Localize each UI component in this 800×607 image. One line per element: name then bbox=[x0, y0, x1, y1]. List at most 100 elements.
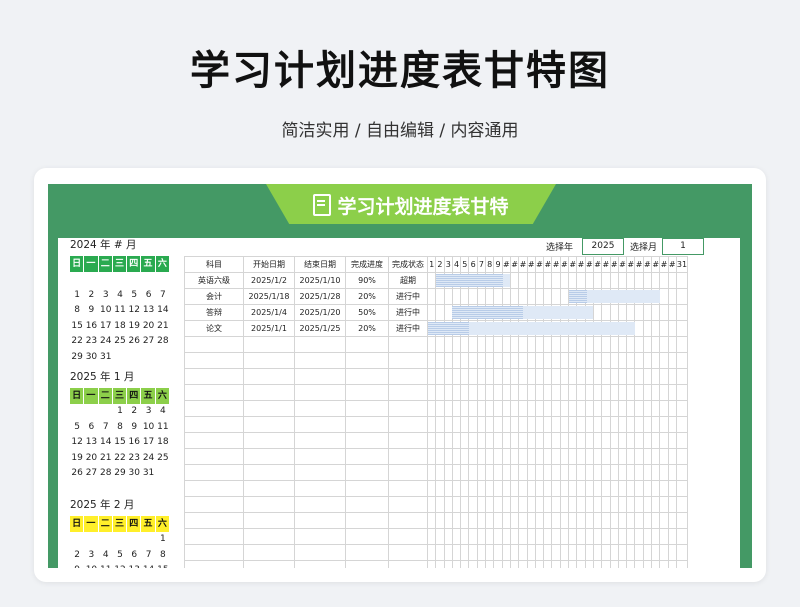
day-cell[interactable] bbox=[476, 432, 487, 449]
cell-progress[interactable] bbox=[345, 448, 389, 465]
day-cell[interactable] bbox=[601, 272, 611, 289]
day-cell[interactable] bbox=[485, 512, 495, 529]
cell-progress[interactable] bbox=[345, 432, 389, 449]
day-cell[interactable] bbox=[476, 560, 487, 568]
day-cell[interactable] bbox=[526, 400, 536, 417]
cell-start[interactable] bbox=[243, 560, 295, 568]
day-cell[interactable] bbox=[568, 416, 578, 433]
day-cell[interactable] bbox=[675, 320, 689, 337]
day-cell[interactable] bbox=[568, 528, 578, 545]
day-cell[interactable] bbox=[518, 272, 528, 289]
day-cell[interactable] bbox=[534, 272, 545, 289]
day-cell[interactable] bbox=[659, 400, 669, 417]
day-cell[interactable] bbox=[426, 512, 437, 529]
day-cell[interactable] bbox=[601, 304, 611, 321]
day-cell[interactable] bbox=[626, 560, 636, 568]
day-cell[interactable] bbox=[485, 448, 495, 465]
day-cell[interactable] bbox=[617, 352, 628, 369]
day-cell[interactable] bbox=[584, 464, 594, 481]
day-cell[interactable] bbox=[675, 496, 689, 513]
cell-subject[interactable] bbox=[184, 528, 244, 545]
cell-status[interactable] bbox=[388, 544, 428, 561]
day-cell[interactable] bbox=[667, 288, 677, 305]
day-cell[interactable] bbox=[435, 544, 445, 561]
day-cell[interactable] bbox=[576, 560, 586, 568]
day-cell[interactable] bbox=[617, 400, 628, 417]
day-cell[interactable] bbox=[534, 528, 545, 545]
day-cell[interactable] bbox=[518, 496, 528, 513]
day-cell[interactable] bbox=[559, 560, 570, 568]
day-cell[interactable] bbox=[526, 480, 536, 497]
day-cell[interactable] bbox=[592, 512, 603, 529]
day-cell[interactable] bbox=[584, 336, 594, 353]
cell-progress[interactable] bbox=[345, 544, 389, 561]
cell-status[interactable] bbox=[388, 560, 428, 568]
day-cell[interactable] bbox=[476, 448, 487, 465]
day-cell[interactable] bbox=[526, 464, 536, 481]
cell-end[interactable]: 2025/1/20 bbox=[294, 304, 346, 321]
day-cell[interactable] bbox=[626, 496, 636, 513]
day-cell[interactable] bbox=[485, 464, 495, 481]
day-cell[interactable] bbox=[518, 400, 528, 417]
day-cell[interactable] bbox=[543, 432, 553, 449]
cell-start[interactable] bbox=[243, 496, 295, 513]
day-cell[interactable] bbox=[451, 400, 462, 417]
cell-status[interactable] bbox=[388, 336, 428, 353]
day-cell[interactable] bbox=[426, 304, 437, 321]
day-cell[interactable] bbox=[642, 304, 653, 321]
cell-status[interactable]: 超期 bbox=[388, 272, 428, 289]
day-cell[interactable] bbox=[534, 448, 545, 465]
day-cell[interactable] bbox=[634, 336, 644, 353]
cell-progress[interactable] bbox=[345, 400, 389, 417]
day-cell[interactable] bbox=[576, 272, 586, 289]
day-cell[interactable] bbox=[534, 544, 545, 561]
day-cell[interactable] bbox=[576, 416, 586, 433]
day-cell[interactable] bbox=[426, 288, 437, 305]
day-cell[interactable] bbox=[642, 480, 653, 497]
day-cell[interactable] bbox=[501, 464, 511, 481]
day-cell[interactable] bbox=[634, 480, 644, 497]
day-cell[interactable] bbox=[509, 448, 520, 465]
day-cell[interactable] bbox=[518, 512, 528, 529]
day-cell[interactable] bbox=[576, 496, 586, 513]
day-cell[interactable] bbox=[509, 400, 520, 417]
day-cell[interactable] bbox=[551, 336, 561, 353]
day-cell[interactable] bbox=[667, 304, 677, 321]
cell-status[interactable] bbox=[388, 416, 428, 433]
day-cell[interactable] bbox=[501, 432, 511, 449]
day-cell[interactable] bbox=[601, 432, 611, 449]
select-month-input[interactable]: 1 bbox=[662, 238, 704, 255]
day-cell[interactable] bbox=[526, 368, 536, 385]
cell-end[interactable] bbox=[294, 416, 346, 433]
day-cell[interactable] bbox=[601, 560, 611, 568]
day-cell[interactable] bbox=[476, 384, 487, 401]
day-cell[interactable] bbox=[426, 560, 437, 568]
day-cell[interactable] bbox=[609, 496, 619, 513]
day-cell[interactable] bbox=[451, 560, 462, 568]
day-cell[interactable] bbox=[509, 352, 520, 369]
day-cell[interactable] bbox=[509, 336, 520, 353]
day-cell[interactable] bbox=[451, 448, 462, 465]
day-cell[interactable] bbox=[584, 432, 594, 449]
day-cell[interactable] bbox=[650, 384, 661, 401]
day-cell[interactable] bbox=[501, 528, 511, 545]
day-cell[interactable] bbox=[659, 432, 669, 449]
day-cell[interactable] bbox=[485, 560, 495, 568]
day-cell[interactable] bbox=[435, 416, 445, 433]
day-cell[interactable] bbox=[451, 544, 462, 561]
cell-start[interactable]: 2025/1/18 bbox=[243, 288, 295, 305]
day-cell[interactable] bbox=[667, 528, 677, 545]
day-cell[interactable] bbox=[468, 464, 478, 481]
day-cell[interactable] bbox=[493, 448, 503, 465]
day-cell[interactable] bbox=[559, 272, 570, 289]
cell-progress[interactable] bbox=[345, 384, 389, 401]
cell-subject[interactable] bbox=[184, 416, 244, 433]
day-cell[interactable] bbox=[426, 368, 437, 385]
day-cell[interactable] bbox=[476, 368, 487, 385]
day-cell[interactable] bbox=[650, 368, 661, 385]
day-cell[interactable] bbox=[476, 528, 487, 545]
cell-end[interactable] bbox=[294, 400, 346, 417]
day-cell[interactable] bbox=[426, 432, 437, 449]
day-cell[interactable] bbox=[485, 384, 495, 401]
day-cell[interactable] bbox=[509, 512, 520, 529]
